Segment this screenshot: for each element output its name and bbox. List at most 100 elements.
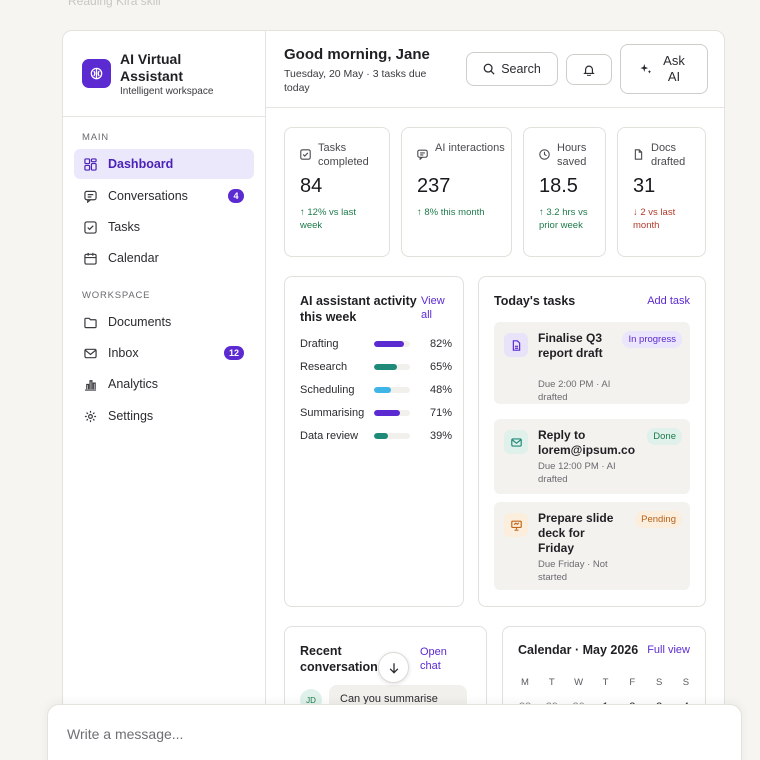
activity-percent: 39% (429, 430, 452, 442)
stat-card-docs-drafted: Docs drafted 31 ↓ 2 vs last month (617, 127, 706, 257)
task-title: Prepare slide deck for Friday (538, 511, 614, 555)
message-input[interactable] (67, 722, 667, 746)
brain-icon (82, 59, 111, 88)
document-icon (504, 333, 528, 357)
checkbox-icon (84, 220, 97, 234)
sparkle-icon (640, 63, 652, 75)
message-composer (47, 704, 742, 760)
page-title: Good morning, Jane (284, 46, 430, 63)
activity-label: Research (300, 361, 348, 373)
full-view-link[interactable]: Full view (647, 643, 690, 657)
sidebar-item-label: Documents (108, 315, 172, 329)
stat-card-hours-saved: Hours saved 18.5 ↑ 3.2 hrs vs prior week (523, 127, 606, 257)
progress-bar (374, 433, 410, 439)
status-badge: Pending (635, 511, 682, 528)
activity-label: Scheduling (300, 384, 355, 396)
section-label-workspace: WORKSPACE (82, 290, 151, 301)
tasks-panel: Today's tasks Add task Finalise Q3 repor… (478, 276, 706, 607)
stat-label: Docs drafted (651, 142, 686, 168)
search-icon (483, 63, 495, 75)
sidebar-item-dashboard[interactable]: Dashboard (74, 149, 254, 179)
activity-row: Drafting 82% (300, 336, 452, 352)
ask-ai-button[interactable]: Ask AI (620, 44, 708, 94)
sidebar-item-label: Conversations (108, 189, 188, 203)
stat-value: 18.5 (539, 175, 578, 197)
checkbox-icon (300, 149, 312, 161)
stat-label: Tasks completed (318, 142, 369, 168)
clock-icon (539, 149, 551, 161)
task-meta: Due Friday · Not started (538, 559, 608, 583)
activity-percent: 65% (429, 361, 452, 373)
activity-percent: 48% (429, 384, 452, 396)
activity-label: Data review (300, 430, 359, 442)
status-badge: Done (647, 428, 682, 445)
notifications-button[interactable] (566, 54, 612, 85)
stat-label: AI interactions (435, 142, 505, 154)
count-badge: 4 (228, 189, 244, 203)
progress-bar (374, 341, 410, 347)
activity-row: Research 65% (300, 359, 452, 375)
header: Good morning, Jane Tuesday, 20 May · 3 t… (266, 31, 724, 108)
stat-delta: ↓ 2 vs last month (633, 207, 676, 231)
ask-ai-label: Ask AI (663, 53, 685, 84)
presentation-icon (504, 513, 528, 537)
weekday-label: T (548, 677, 555, 688)
mail-icon (84, 347, 97, 360)
progress-fill (374, 433, 389, 439)
gear-icon (84, 410, 97, 423)
progress-fill (374, 341, 404, 347)
document-icon (633, 149, 645, 161)
sidebar-item-calendar[interactable]: Calendar (74, 243, 254, 273)
task-card[interactable]: Prepare slide deck for Friday Due Friday… (494, 502, 690, 590)
progress-fill (374, 387, 392, 393)
bell-icon (583, 64, 595, 76)
activity-row: Summarising 71% (300, 405, 452, 421)
brand: AI Virtual Assistant Intelligent workspa… (63, 31, 265, 117)
search-button-label: Search (501, 62, 541, 76)
sidebar-item-inbox[interactable]: Inbox 12 (74, 338, 254, 368)
count-badge: 12 (224, 346, 244, 360)
search-button[interactable]: Search (466, 52, 558, 86)
calendar-icon (84, 252, 97, 265)
brand-title: AI Virtual Assistant (120, 51, 184, 84)
weekday-label: M (521, 677, 529, 688)
task-card[interactable]: Finalise Q3 report draft Due 2:00 PM · A… (494, 322, 690, 404)
progress-fill (374, 364, 398, 370)
task-meta: Due 12:00 PM · AI drafted (538, 461, 616, 485)
open-chat-link[interactable]: Open chat (420, 645, 452, 673)
sidebar-item-analytics[interactable]: Analytics (74, 369, 254, 399)
recent-title-line: Recent conversations (300, 643, 386, 675)
sidebar-item-label: Tasks (108, 220, 140, 234)
activity-row: Scheduling 48% (300, 382, 452, 398)
activity-row: Data review 39% (300, 428, 452, 444)
brand-subtitle: Intelligent workspace (120, 86, 214, 97)
scroll-down-button[interactable] (378, 652, 409, 683)
stat-label: Hours saved (557, 142, 587, 168)
activity-percent: 71% (429, 407, 452, 419)
sidebar-item-settings[interactable]: Settings (74, 401, 254, 431)
task-card[interactable]: Reply to lorem@ipsum.co Due 12:00 PM · A… (494, 419, 690, 494)
task-title: Reply to lorem@ipsum.co (538, 428, 636, 457)
weekday-label: S (655, 677, 663, 688)
grid-icon (84, 157, 97, 171)
stat-delta: ↑ 3.2 hrs vs prior week (539, 207, 588, 231)
chat-icon (84, 190, 97, 203)
bar-chart-icon (84, 378, 97, 391)
stat-delta: ↑ 8% this month (417, 207, 485, 218)
sidebar-item-conversations[interactable]: Conversations 4 (74, 181, 254, 211)
chat-icon (417, 149, 429, 161)
mail-icon (504, 430, 528, 454)
sidebar-item-documents[interactable]: Documents (74, 307, 254, 337)
view-all-link[interactable]: View all (421, 294, 453, 322)
section-label-main: MAIN (82, 132, 109, 143)
sidebar-item-label: Analytics (108, 377, 159, 391)
breadcrumb[interactable]: Reading Kira skill (68, 0, 161, 8)
weekday-label: F (629, 677, 636, 688)
task-meta: Due 2:00 PM · AI drafted (538, 379, 611, 403)
stat-card-ai-interactions: AI interactions 237 ↑ 8% this month (401, 127, 512, 257)
sidebar-item-tasks[interactable]: Tasks (74, 212, 254, 242)
add-task-link[interactable]: Add task (647, 294, 690, 308)
sidebar-item-label: Inbox (108, 346, 139, 360)
calendar-title: Calendar · May 2026 (518, 643, 639, 657)
app-window: AI Virtual Assistant Intelligent workspa… (62, 30, 725, 760)
